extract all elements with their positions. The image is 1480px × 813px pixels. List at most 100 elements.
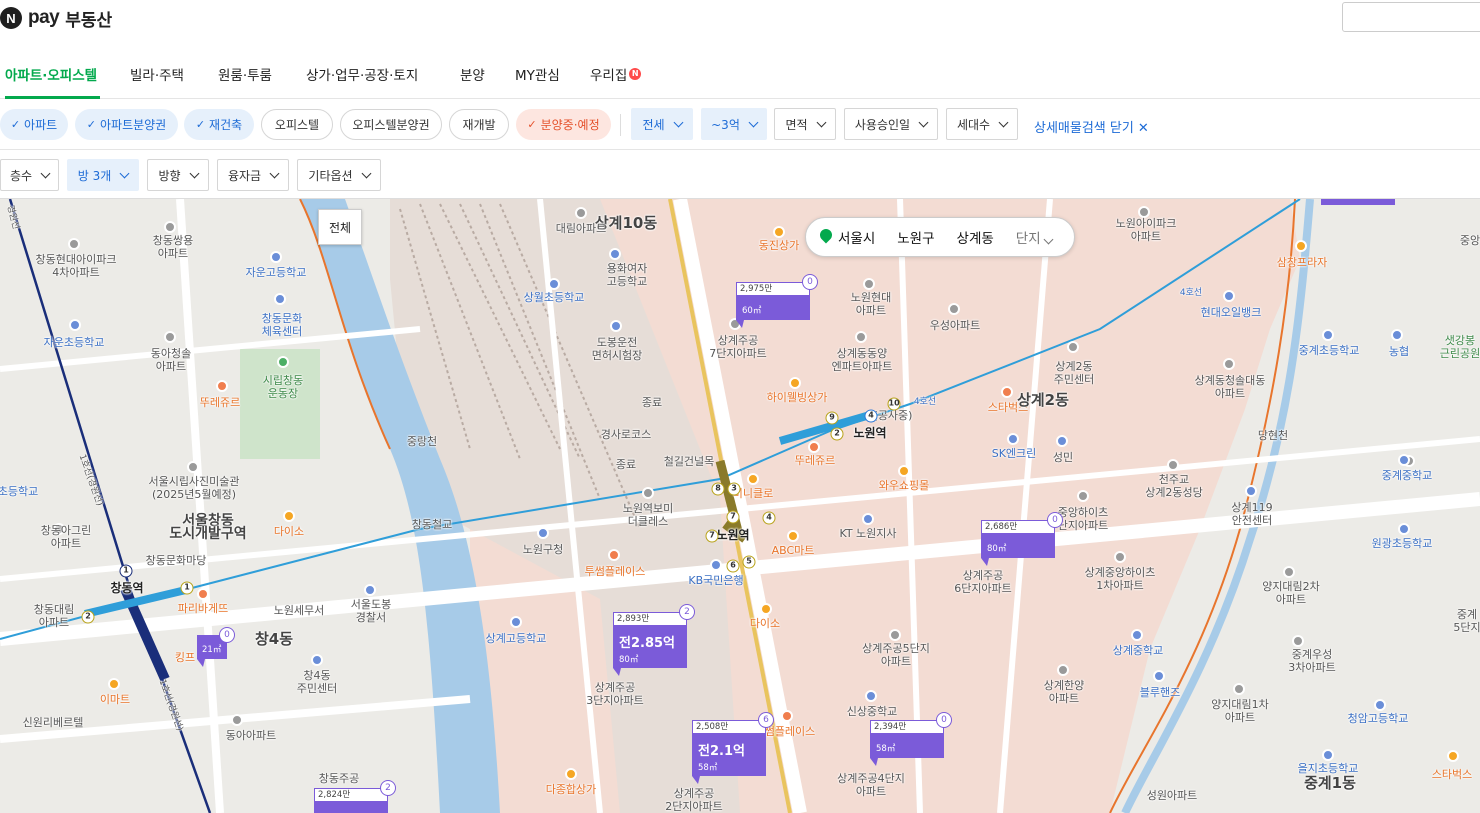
poi-dot[interactable] — [1391, 329, 1403, 341]
poi-dot[interactable] — [231, 714, 243, 726]
poi-dot[interactable] — [1322, 749, 1334, 761]
poi-dot[interactable] — [609, 248, 621, 260]
poi-dot[interactable] — [311, 654, 323, 666]
chip-apartment[interactable]: ✓ 아파트 — [0, 109, 68, 140]
tab-my-home[interactable]: 우리집 N — [590, 64, 642, 84]
poi-dot[interactable] — [1223, 358, 1235, 370]
naver-pay-real-estate-logo[interactable]: N pay 부동산 — [0, 6, 112, 31]
price-marker[interactable]: 2,394만 58㎡ 0 — [870, 712, 952, 772]
poi-dot[interactable] — [270, 251, 282, 263]
poi-dot[interactable] — [1056, 435, 1068, 447]
poi-dot[interactable] — [1322, 329, 1334, 341]
dropdown-rooms[interactable]: 방 3개 — [67, 159, 139, 191]
poi-dot[interactable] — [1292, 635, 1304, 647]
poi-dot[interactable] — [197, 588, 209, 600]
tab-oneroom-tworoom[interactable]: 원룸·투룸 — [218, 64, 272, 84]
chip-presale-ongoing[interactable]: ✓ 분양중·예정 — [516, 109, 611, 140]
poi-dot[interactable] — [548, 278, 560, 290]
dropdown-area[interactable]: 면적 — [774, 108, 836, 140]
map-view[interactable]: 전체 서울시 노원구 상계동 단지 상계10동 대림아파트 동진상가 노원아이파… — [0, 199, 1480, 813]
tab-my-interest[interactable]: MY관심 — [515, 64, 560, 84]
poi-dot[interactable] — [164, 331, 176, 343]
dropdown-other-options[interactable]: 기타옵션 — [297, 159, 381, 191]
poi-dot[interactable] — [1374, 699, 1386, 711]
poi-dot[interactable] — [1153, 670, 1165, 682]
poi-dot[interactable] — [1067, 341, 1079, 353]
poi-dot[interactable] — [787, 530, 799, 542]
tab-commercial-land[interactable]: 상가·업무·공장·토지 — [306, 64, 418, 84]
poi-dot[interactable] — [889, 629, 901, 641]
poi-dot[interactable] — [898, 465, 910, 477]
poi-dot[interactable] — [710, 559, 722, 571]
poi-dot[interactable] — [1283, 566, 1295, 578]
tab-apartment-officetel[interactable]: 아파트·오피스텔 — [5, 64, 97, 84]
price-marker[interactable]: 2,686만 80㎡ 0 — [981, 512, 1063, 572]
dropdown-approval-date[interactable]: 사용승인일 — [844, 108, 938, 140]
location-district[interactable]: 노원구 — [897, 227, 934, 247]
poi-dot[interactable] — [1233, 683, 1245, 695]
poi-dot[interactable] — [1131, 629, 1143, 641]
poi-dot[interactable] — [948, 303, 960, 315]
poi-dot[interactable] — [1057, 664, 1069, 676]
chip-redevelopment[interactable]: 재개발 — [449, 109, 509, 140]
poi-dot[interactable] — [862, 513, 874, 525]
location-city[interactable]: 서울시 — [838, 227, 875, 247]
poi-dot[interactable] — [855, 331, 867, 343]
poi-dot[interactable] — [1295, 240, 1307, 252]
dropdown-price[interactable]: ~3억 — [701, 108, 767, 140]
poi-dot[interactable] — [789, 377, 801, 389]
poi-dot[interactable] — [1007, 433, 1019, 445]
price-marker[interactable]: 2,975만 60㎡ 0 — [736, 274, 818, 334]
poi-dot[interactable] — [68, 238, 80, 250]
location-dong[interactable]: 상계동 — [957, 227, 994, 247]
poi-dot[interactable] — [642, 487, 654, 499]
poi-dot[interactable] — [537, 527, 549, 539]
all-tooltip[interactable]: 전체 — [318, 209, 362, 245]
chip-officetel[interactable]: 오피스텔 — [261, 109, 333, 140]
dropdown-loan[interactable]: 융자금 — [217, 159, 289, 191]
poi-dot[interactable] — [364, 584, 376, 596]
poi-dot[interactable] — [187, 461, 199, 473]
poi-dot[interactable] — [1114, 551, 1126, 563]
chip-reconstruction[interactable]: ✓ 재건축 — [184, 109, 254, 140]
price-marker[interactable] — [1321, 199, 1397, 207]
poi-dot[interactable] — [1398, 523, 1410, 535]
poi-dot[interactable] — [1001, 386, 1013, 398]
poi-dot[interactable] — [747, 473, 759, 485]
price-marker[interactable]: 21㎡ 0 — [197, 627, 237, 671]
poi-dot[interactable] — [565, 768, 577, 780]
price-marker[interactable]: 2,824만 2 — [314, 780, 396, 813]
poi-dot[interactable] — [1398, 454, 1410, 466]
poi-dot[interactable] — [865, 690, 877, 702]
poi-dot[interactable] — [773, 226, 785, 238]
poi-dot[interactable] — [610, 320, 622, 332]
location-unit[interactable]: 단지 — [1016, 227, 1054, 247]
poi-dot[interactable] — [164, 221, 176, 233]
poi-dot[interactable] — [575, 207, 587, 219]
chip-officetel-presale-right[interactable]: 오피스텔분양권 — [340, 109, 442, 140]
poi-dot[interactable] — [277, 356, 289, 368]
dropdown-floor[interactable]: 층수 — [0, 159, 59, 191]
tab-presale[interactable]: 분양 — [460, 64, 485, 84]
poi-dot[interactable] — [1077, 490, 1089, 502]
poi-dot[interactable] — [283, 510, 295, 522]
poi-dot[interactable] — [608, 549, 620, 561]
poi-dot[interactable] — [863, 278, 875, 290]
poi-dot[interactable] — [1167, 459, 1179, 471]
poi-dot[interactable] — [781, 710, 793, 722]
poi-dot[interactable] — [216, 380, 228, 392]
search-input[interactable] — [1342, 2, 1480, 32]
poi-dot[interactable] — [1447, 750, 1459, 762]
location-selector[interactable]: 서울시 노원구 상계동 단지 — [805, 217, 1075, 257]
dropdown-deal-type[interactable]: 전세 — [631, 108, 693, 140]
price-marker[interactable]: 2,893만 전2.85억 80㎡ 2 — [613, 604, 695, 684]
poi-dot[interactable] — [69, 319, 81, 331]
close-detail-search-button[interactable]: 상세매물검색 닫기 ✕ — [1034, 117, 1149, 136]
dropdown-households[interactable]: 세대수 — [946, 108, 1018, 140]
poi-dot[interactable] — [1223, 290, 1235, 302]
price-marker[interactable]: 2,508만 전2.1억 58㎡ 6 — [692, 712, 774, 792]
poi-dot[interactable] — [1245, 485, 1257, 497]
dropdown-direction[interactable]: 방향 — [147, 159, 209, 191]
poi-dot[interactable] — [510, 616, 522, 628]
poi-dot[interactable] — [808, 441, 820, 453]
